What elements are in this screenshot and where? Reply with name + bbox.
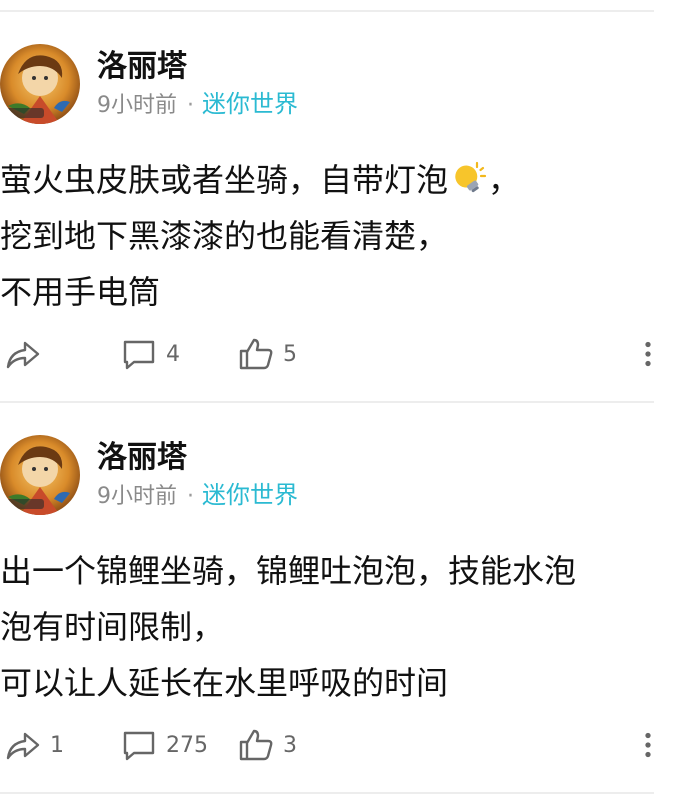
post-line: 挖到地下黑漆漆的也能看清楚， bbox=[0, 217, 449, 255]
author-name[interactable]: 洛丽塔 bbox=[97, 47, 187, 87]
thumbs-up-icon bbox=[239, 338, 273, 370]
post-time: 9小时前 bbox=[97, 93, 177, 118]
more-options-button[interactable] bbox=[630, 721, 666, 769]
more-options-button[interactable] bbox=[630, 330, 666, 378]
share-button[interactable] bbox=[4, 330, 50, 378]
comment-count: 275 bbox=[166, 732, 208, 758]
comment-icon bbox=[123, 731, 155, 761]
more-vertical-icon bbox=[645, 732, 651, 758]
more-vertical-icon bbox=[645, 341, 651, 367]
post-meta: 9小时前 · 迷你世界 bbox=[97, 480, 298, 512]
comment-button[interactable]: 275 bbox=[120, 721, 208, 769]
comment-icon bbox=[123, 340, 155, 370]
post-line-text: 萤火虫皮肤或者坐骑，自带灯泡 bbox=[0, 161, 449, 199]
like-count: 3 bbox=[283, 732, 297, 758]
post-body[interactable]: 萤火虫皮肤或者坐骑，自带灯泡 ， 挖到地下黑漆漆的也能看清楚， 不用手电筒 bbox=[0, 152, 640, 320]
post-line: 不用手电筒 bbox=[0, 273, 161, 311]
post-line: 萤火虫皮肤或者坐骑，自带灯泡 ， bbox=[0, 152, 640, 208]
post-card[interactable]: 洛丽塔 9小时前 · 迷你世界 出一个锦鲤坐骑，锦鲤吐泡泡，技能水泡 泡有时间限制，… bbox=[0, 403, 686, 793]
comment-button[interactable]: 4 bbox=[120, 330, 180, 378]
post-time: 9小时前 bbox=[97, 484, 177, 509]
comment-count: 4 bbox=[166, 341, 180, 367]
post-line: 泡有时间限制， bbox=[0, 608, 225, 646]
avatar[interactable] bbox=[0, 435, 80, 515]
author-name[interactable]: 洛丽塔 bbox=[97, 438, 187, 478]
channel-link[interactable]: 迷你世界 bbox=[202, 90, 298, 118]
channel-link[interactable]: 迷你世界 bbox=[202, 481, 298, 509]
share-button[interactable]: 1 bbox=[4, 721, 64, 769]
post-body[interactable]: 出一个锦鲤坐骑，锦鲤吐泡泡，技能水泡 泡有时间限制， 可以让人延长在水里呼吸的时… bbox=[0, 543, 640, 711]
meta-separator: · bbox=[187, 484, 194, 509]
post-line: 出一个锦鲤坐骑，锦鲤吐泡泡，技能水泡 bbox=[0, 552, 577, 590]
share-count: 1 bbox=[50, 732, 64, 758]
post-actions: 1 275 3 bbox=[0, 721, 686, 769]
like-count: 5 bbox=[283, 341, 297, 367]
light-bulb-icon bbox=[450, 158, 488, 196]
like-button[interactable]: 5 bbox=[237, 330, 297, 378]
post-line-suffix: ， bbox=[488, 161, 521, 199]
post-card[interactable]: 洛丽塔 9小时前 · 迷你世界 萤火虫皮肤或者坐骑，自带灯泡 ， 挖到地下黑漆漆的也… bbox=[0, 12, 686, 402]
post-meta: 9小时前 · 迷你世界 bbox=[97, 89, 298, 121]
divider bbox=[0, 792, 654, 794]
thumbs-up-icon bbox=[239, 729, 273, 761]
post-feed: 洛丽塔 9小时前 · 迷你世界 萤火虫皮肤或者坐骑，自带灯泡 ， 挖到地下黑漆漆的也… bbox=[0, 0, 686, 797]
post-actions: 4 5 bbox=[0, 330, 686, 378]
meta-separator: · bbox=[187, 93, 194, 118]
like-button[interactable]: 3 bbox=[237, 721, 297, 769]
share-icon bbox=[6, 341, 40, 369]
post-line: 可以让人延长在水里呼吸的时间 bbox=[0, 664, 449, 702]
avatar[interactable] bbox=[0, 44, 80, 124]
share-icon bbox=[6, 732, 40, 760]
